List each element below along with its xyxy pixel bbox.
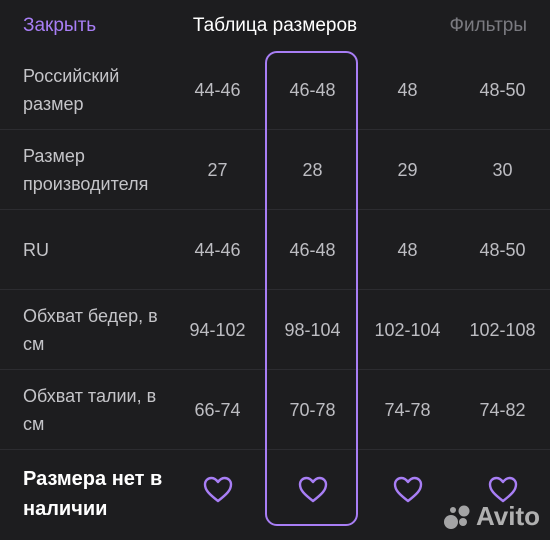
- table-cell[interactable]: 48-50: [455, 50, 550, 130]
- avito-watermark: Avito: [442, 501, 540, 532]
- table-cell[interactable]: 28: [265, 130, 360, 210]
- heart-icon[interactable]: [265, 450, 360, 530]
- filters-button[interactable]: Фильтры: [450, 15, 527, 37]
- table-cell[interactable]: 74-78: [360, 370, 455, 450]
- table-row: Российский размер 44-46 46-48 48 48-50: [0, 50, 550, 130]
- row-label: Размер производителя: [23, 146, 149, 194]
- watermark-text: Avito: [475, 501, 540, 531]
- table-row: Обхват бедер, в см 94-102 98-104 102-104…: [0, 290, 550, 370]
- row-label: RU: [23, 240, 49, 260]
- table-cell[interactable]: 27: [170, 130, 265, 210]
- table-cell[interactable]: 66-74: [170, 370, 265, 450]
- table-cell[interactable]: 102-108: [455, 290, 550, 370]
- heart-icon[interactable]: [170, 450, 265, 530]
- table-cell[interactable]: 30: [455, 130, 550, 210]
- table-cell[interactable]: 44-46: [170, 210, 265, 290]
- table-cell[interactable]: 46-48: [265, 50, 360, 130]
- table-cell[interactable]: 48: [360, 210, 455, 290]
- row-label: Обхват талии, в см: [23, 386, 157, 434]
- row-label: Обхват бедер, в см: [23, 306, 158, 354]
- row-label: Российский размер: [23, 66, 120, 114]
- table-row: Размер производителя 27 28 29 30: [0, 130, 550, 210]
- heart-icon[interactable]: [360, 450, 455, 530]
- avito-logo-icon: [443, 505, 470, 529]
- table-cell[interactable]: 44-46: [170, 50, 265, 130]
- table-cell[interactable]: 74-82: [455, 370, 550, 450]
- out-of-stock-label: Размера нет в наличии: [23, 468, 163, 520]
- table-cell[interactable]: 29: [360, 130, 455, 210]
- table-cell[interactable]: 48-50: [455, 210, 550, 290]
- table-cell[interactable]: 94-102: [170, 290, 265, 370]
- table-row: RU 44-46 46-48 48 48-50: [0, 210, 550, 290]
- header: Закрыть Таблица размеров Фильтры: [0, 0, 550, 54]
- table-cell[interactable]: 48: [360, 50, 455, 130]
- table-cell[interactable]: 102-104: [360, 290, 455, 370]
- table-row: Обхват талии, в см 66-74 70-78 74-78 74-…: [0, 370, 550, 450]
- table-cell[interactable]: 46-48: [265, 210, 360, 290]
- table-cell[interactable]: 70-78: [265, 370, 360, 450]
- table-cell[interactable]: 98-104: [265, 290, 360, 370]
